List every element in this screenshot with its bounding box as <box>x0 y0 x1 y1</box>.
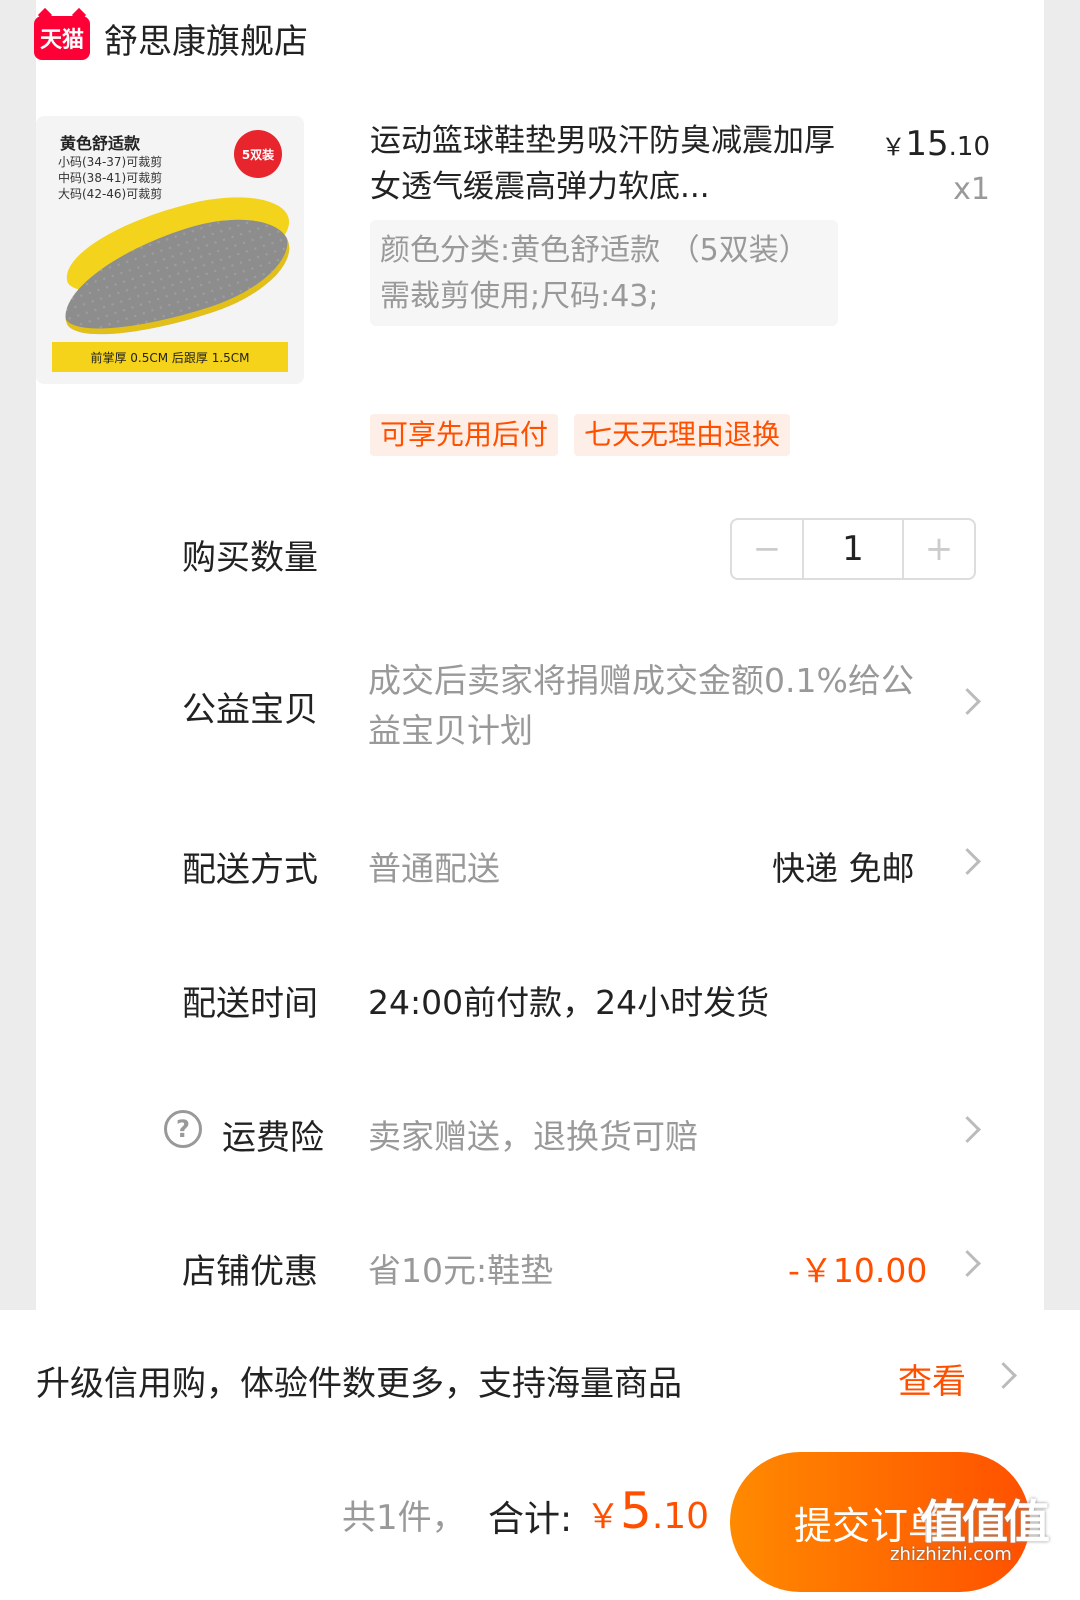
delivery-label: 配送方式 <box>182 850 318 890</box>
product-spec[interactable]: 颜色分类:黄色舒适款 （5双装）需裁剪使用;尺码:43; <box>370 220 838 326</box>
total-int: 5 <box>620 1482 652 1540</box>
pack-badge: 5双装 <box>234 130 282 178</box>
total-label: 合计: <box>488 1499 573 1540</box>
watermark-url: zhizhizhi.com <box>890 1544 1012 1565</box>
image-size-list: 小码(34-37)可裁剪 中码(38-41)可裁剪 大码(42-46)可裁剪 <box>58 154 162 202</box>
image-thickness-band: 前掌厚 0.5CM 后跟厚 1.5CM <box>52 342 288 372</box>
credit-view-link[interactable]: 查看 <box>898 1354 966 1403</box>
tag-pay-later: 可享先用后付 <box>370 414 559 456</box>
tag-seven-day-return: 七天无理由退换 <box>574 414 791 456</box>
shop-discount-amount: -￥10.00 <box>788 1251 928 1290</box>
increment-button[interactable]: + <box>902 520 974 578</box>
watermark: 值值值 zhizhizhi.com <box>890 1486 1050 1565</box>
product-title[interactable]: 运动篮球鞋垫男吸汗防臭减震加厚女透气缓震高弹力软底... <box>370 118 840 210</box>
delivery-time-value: 24:00前付款，24小时发货 <box>368 983 770 1022</box>
quantity-value[interactable]: 1 <box>804 520 902 578</box>
total-dec: .10 <box>651 1496 710 1537</box>
watermark-logo: 值值值 <box>920 1495 1050 1549</box>
store-name[interactable]: 舒思康旗舰店 <box>104 14 308 63</box>
product-price: ￥15.10 <box>874 124 990 164</box>
shipping-insurance-label: 运费险 <box>222 1118 324 1158</box>
item-count: 共1件， <box>342 1498 466 1538</box>
shipping-insurance-value: 卖家赠送，退换货可赔 <box>368 1117 698 1156</box>
price-dec: .10 <box>948 132 990 162</box>
price-int: 15 <box>905 124 949 164</box>
price-symbol: ￥ <box>881 133 906 161</box>
total-symbol: ￥ <box>586 1497 620 1537</box>
charity-value: 成交后卖家将捐赠成交金额0.1%给公益宝贝计划 <box>368 661 914 750</box>
total-amount: ￥5.10 <box>586 1482 709 1540</box>
image-size-line: 大码(42-46)可裁剪 <box>58 187 163 201</box>
product-image[interactable]: 黄色舒适款 小码(34-37)可裁剪 中码(38-41)可裁剪 大码(42-46… <box>36 116 304 384</box>
quantity-label: 购买数量 <box>182 538 318 578</box>
help-icon[interactable]: ? <box>164 1110 202 1148</box>
delivery-extra: 快递 免邮 <box>772 849 915 888</box>
shop-discount-value: 省10元:鞋垫 <box>368 1251 554 1290</box>
decrement-button[interactable]: − <box>732 520 804 578</box>
image-title: 黄色舒适款 <box>60 134 141 153</box>
image-size-line: 小码(34-37)可裁剪 <box>58 155 163 169</box>
chevron-right-icon[interactable] <box>990 1362 1017 1389</box>
delivery-value: 普通配送 <box>368 849 500 888</box>
store-header[interactable]: 天猫 舒思康旗舰店 <box>34 10 308 66</box>
charity-label: 公益宝贝 <box>182 690 318 730</box>
tmall-logo-icon: 天猫 <box>34 16 90 60</box>
credit-promo-text: 升级信用购，体验件数更多，支持海量商品 <box>36 1364 682 1404</box>
delivery-time-label: 配送时间 <box>182 984 318 1024</box>
image-size-line: 中码(38-41)可裁剪 <box>58 171 163 185</box>
shop-discount-label: 店铺优惠 <box>182 1252 318 1292</box>
quantity-stepper: − 1 + <box>730 518 976 580</box>
product-quantity: x1 <box>953 172 990 207</box>
